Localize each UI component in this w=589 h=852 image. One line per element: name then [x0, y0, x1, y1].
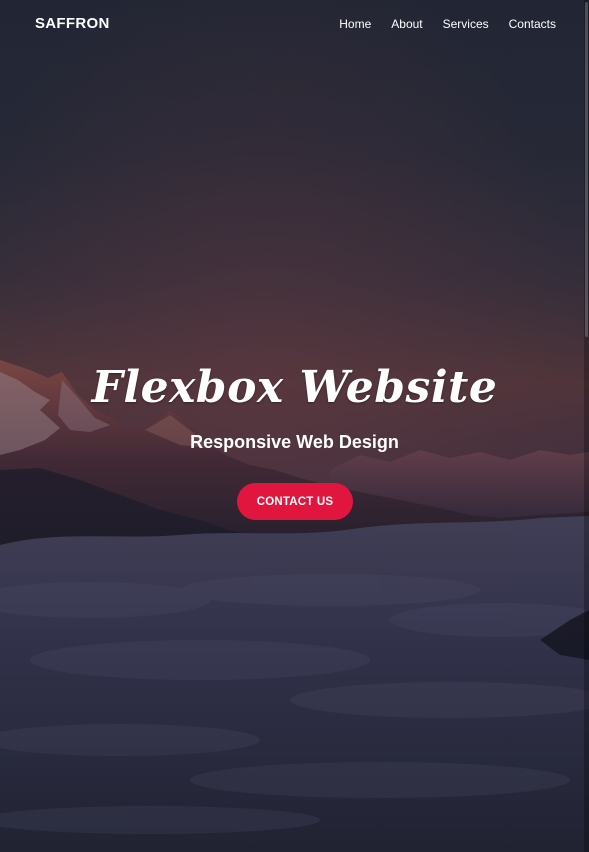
hero-title: Flexbox Website: [91, 362, 498, 413]
scrollbar[interactable]: [584, 0, 589, 852]
hero-section: Flexbox Website Responsive Web Design CO…: [0, 0, 589, 852]
scrollbar-thumb[interactable]: [585, 2, 588, 337]
hero-subtitle: Responsive Web Design: [190, 432, 399, 452]
page: SAFFRON Home About Services Contacts Fle…: [0, 0, 589, 852]
contact-us-button[interactable]: CONTACT US: [237, 483, 353, 520]
